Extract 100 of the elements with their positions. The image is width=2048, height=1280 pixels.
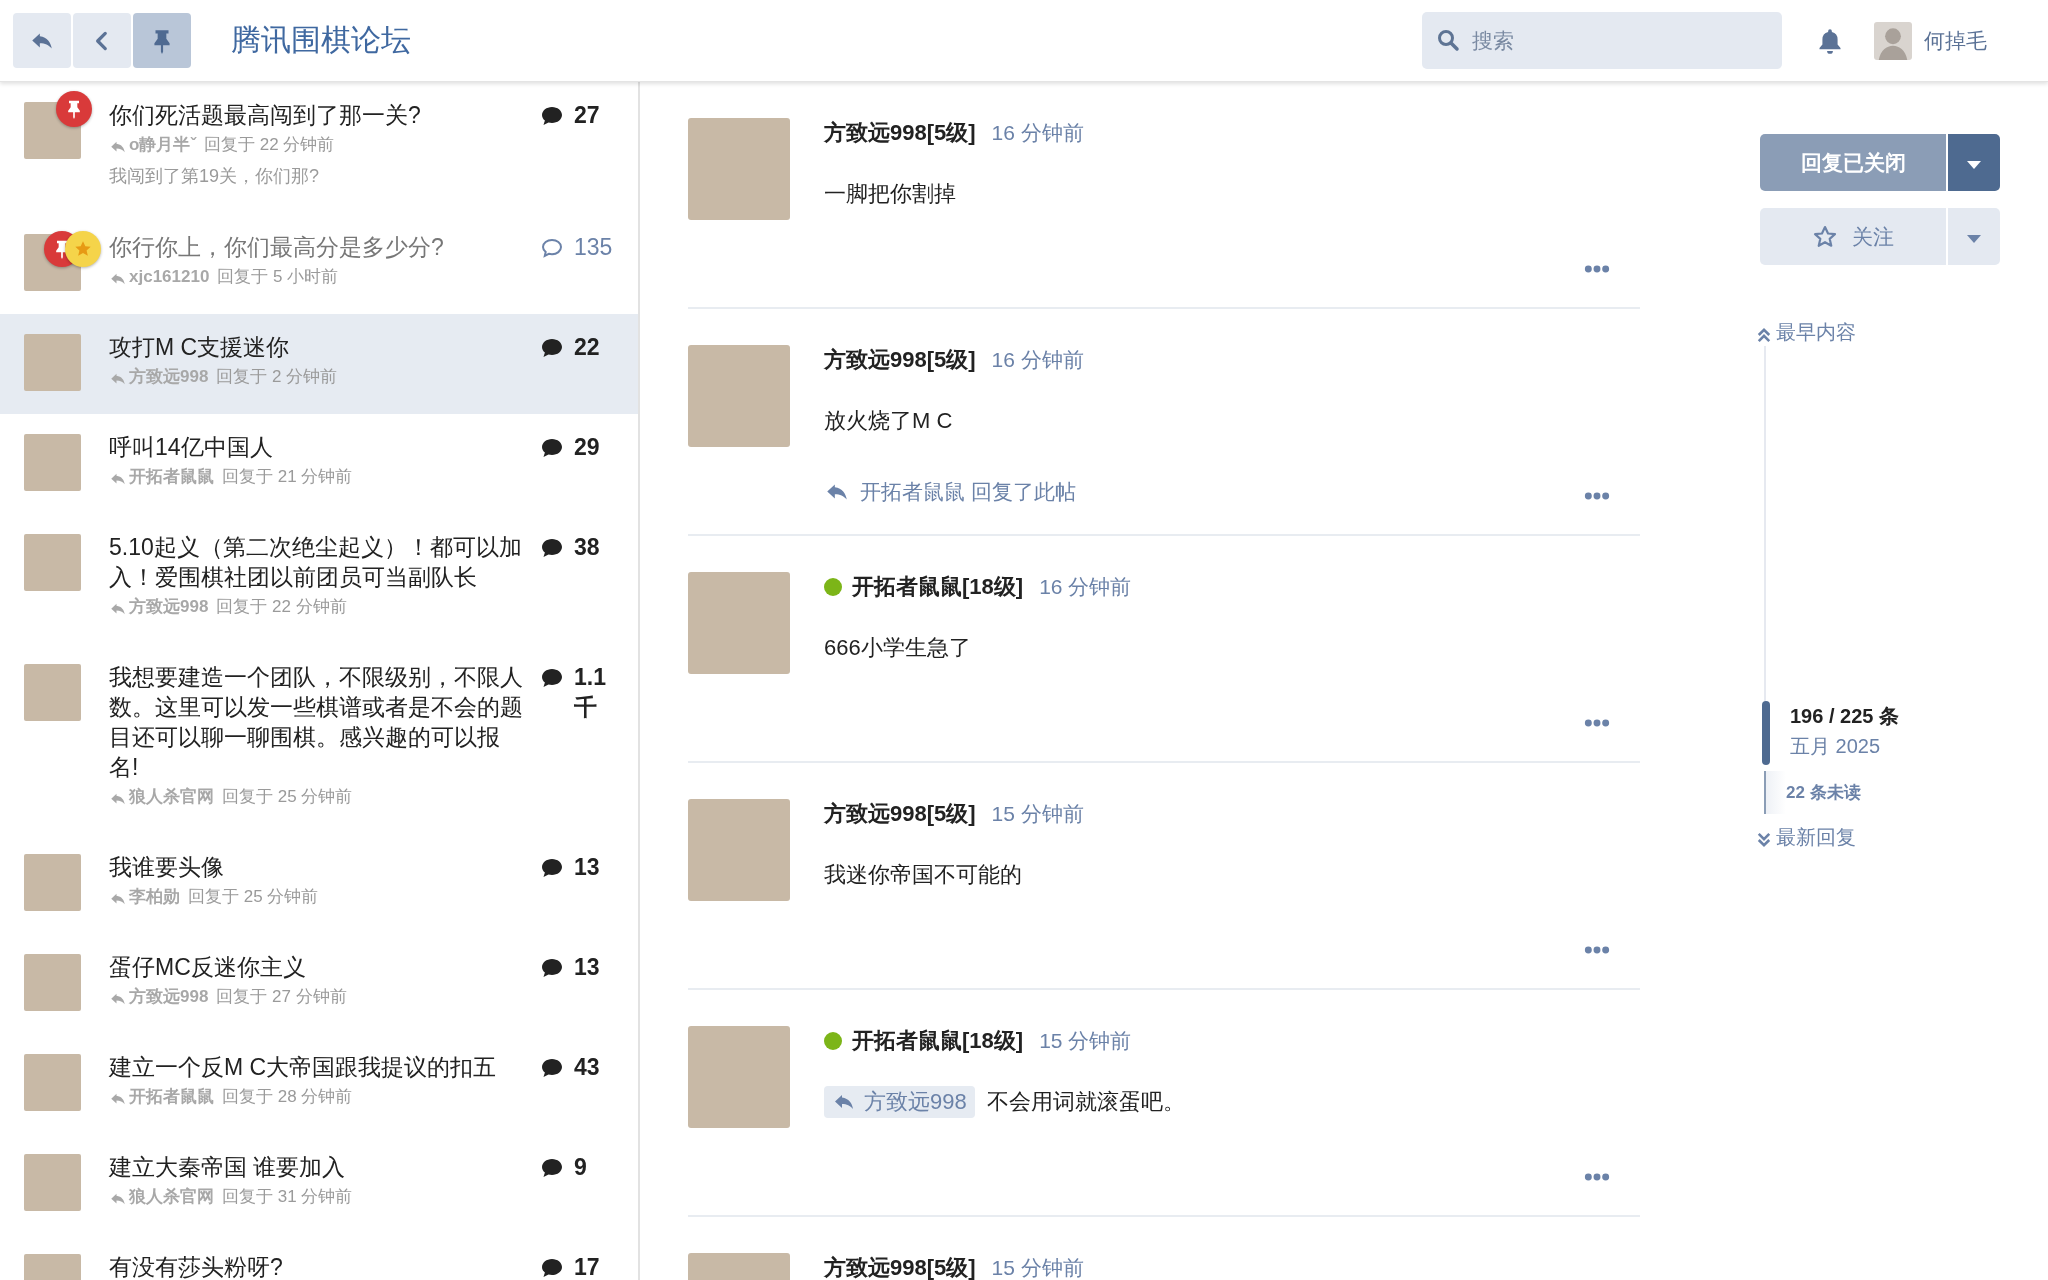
topic-excerpt: 我闯到了第19关，你们那? — [109, 165, 321, 188]
latest-link[interactable]: 最新回复 — [1757, 824, 2000, 851]
topic-title[interactable]: 有没有莎头粉呀? — [109, 1252, 524, 1280]
topic-row[interactable]: 建立大秦帝国 谁要加入 狼人杀官网 回复于 31 分钟前 9 — [0, 1134, 638, 1234]
comment-icon — [540, 1256, 564, 1280]
post-time[interactable]: 16 分钟前 — [1039, 572, 1132, 602]
last-poster[interactable]: 开拓者鼠鼠 — [109, 462, 214, 492]
comment-icon — [540, 104, 564, 128]
topic-row[interactable]: 你行你上，你们最高分是多少分? xjc161210 回复于 5 小时前 135 — [0, 214, 638, 314]
author-name[interactable]: 方致远998[5级] — [824, 1253, 976, 1280]
topic-row[interactable]: 有没有莎头粉呀? 17 — [0, 1234, 638, 1280]
topic-title[interactable]: 5.10起义（第二次绝尘起义）！都可以加入！爱围棋社团以前团员可当副队长 — [109, 532, 524, 592]
comment-icon — [540, 1056, 564, 1080]
reply-count: 17 — [574, 1253, 601, 1280]
back-button[interactable] — [73, 13, 131, 68]
avatar-placeholder — [24, 664, 81, 721]
poster-name[interactable]: 开拓者鼠鼠 — [129, 1082, 214, 1112]
star-icon — [1812, 223, 1838, 250]
topic-row[interactable]: 我想要建造一个团队，不限级别，不限人数。这里可以发一些棋谱或者是不会的题目还可以聊一聊围棋。感兴趣的可以报名! 狼人杀官网 回复于 25 分钟前 1.1千 — [0, 644, 638, 834]
comment-icon — [540, 666, 564, 690]
avatar-placeholder — [24, 334, 81, 391]
reply-count: 43 — [574, 1053, 601, 1082]
author-name[interactable]: 方致远998[5级] — [824, 799, 976, 829]
reply-count: 135 — [574, 233, 613, 262]
post-time[interactable]: 16 分钟前 — [991, 118, 1084, 148]
post-time[interactable]: 15 分钟前 — [991, 1253, 1084, 1280]
author-name[interactable]: 方致远998[5级] — [824, 118, 976, 148]
topic-title[interactable]: 你行你上，你们最高分是多少分? — [109, 232, 524, 262]
author-name[interactable]: 开拓者鼠鼠[18级] — [852, 1026, 1024, 1056]
poster-name[interactable]: 方致远998 — [129, 982, 209, 1012]
author-name[interactable]: 开拓者鼠鼠[18级] — [852, 572, 1024, 602]
comment-icon — [540, 956, 564, 980]
avatar-icon[interactable] — [1874, 21, 1912, 60]
dropdown-button[interactable] — [1948, 134, 2000, 191]
poster-name[interactable]: o静月半ˇ — [129, 130, 197, 160]
topic-row[interactable]: 5.10起义（第二次绝尘起义）！都可以加入！爱围棋社团以前团员可当副队长 方致远998 回复于 22 分钟前 38 — [0, 514, 638, 644]
poster-name[interactable]: 狼人杀官网 — [129, 782, 214, 812]
topic-row[interactable]: 蛋仔MC反迷你主义 方致远998 回复于 27 分钟前 13 — [0, 934, 638, 1034]
watch-button[interactable]: 关注 — [1760, 208, 1946, 265]
reply-time: 回复于 25 分钟前 — [222, 786, 353, 808]
reply-button[interactable] — [13, 13, 71, 68]
replied-by-link[interactable]: 开拓者鼠鼠 回复了此帖 — [824, 478, 1076, 506]
last-poster[interactable]: 狼人杀官网 — [109, 782, 214, 812]
avatar-placeholder — [24, 854, 81, 911]
reply-time: 回复于 31 分钟前 — [222, 1186, 353, 1208]
pin-button[interactable] — [133, 13, 191, 68]
reply-to-tag[interactable]: 方致远998 — [824, 1086, 975, 1118]
poster-name[interactable]: 开拓者鼠鼠 — [129, 462, 214, 492]
post-time[interactable]: 15 分钟前 — [1039, 1026, 1132, 1056]
topic-row[interactable]: 建立一个反M C大帝国跟我提议的扣五 开拓者鼠鼠 回复于 28 分钟前 43 — [0, 1034, 638, 1134]
topic-title[interactable]: 呼叫14亿中国人 — [109, 432, 524, 462]
comment-icon — [540, 856, 564, 880]
topic-title[interactable]: 我谁要头像 — [109, 852, 524, 882]
avatar-placeholder — [24, 1154, 81, 1211]
avatar-placeholder — [24, 1054, 81, 1111]
avatar-placeholder — [24, 534, 81, 591]
reply-count: 9 — [574, 1153, 588, 1182]
topic-title[interactable]: 建立一个反M C大帝国跟我提议的扣五 — [109, 1052, 524, 1082]
reply-count: 13 — [574, 853, 601, 882]
reply-time: 回复于 28 分钟前 — [222, 1086, 353, 1108]
post-date: 五月 2025 — [1790, 734, 1882, 759]
poster-name[interactable]: 李柏勋 — [129, 882, 180, 912]
reply-time: 回复于 25 分钟前 — [188, 886, 319, 908]
poster-name[interactable]: 狼人杀官网 — [129, 1182, 214, 1212]
topic-title[interactable]: 攻打M C支援迷你 — [109, 332, 524, 362]
last-poster[interactable]: 开拓者鼠鼠 — [109, 1082, 214, 1112]
last-poster[interactable]: 李柏勋 — [109, 882, 180, 912]
post-time[interactable]: 15 分钟前 — [991, 799, 1084, 829]
post-text: 一脚把你割掉 — [824, 180, 956, 208]
topic-row[interactable]: 你们死活题最高闯到了那一关? o静月半ˇ 回复于 22 分钟前 我闯到了第19关，你们那? 27 — [0, 82, 638, 214]
post-text: 666小学生急了 — [824, 634, 971, 662]
last-poster[interactable]: o静月半ˇ — [109, 130, 197, 160]
post-time[interactable]: 16 分钟前 — [991, 345, 1084, 375]
earliest-link[interactable]: 最早内容 — [1757, 319, 2000, 346]
poster-name[interactable]: xjc161210 — [129, 262, 210, 292]
avatar-placeholder — [24, 434, 81, 491]
last-poster[interactable]: 方致远998 — [109, 982, 209, 1012]
reply-count: 22 — [574, 333, 601, 362]
topic-row[interactable]: 呼叫14亿中国人 开拓者鼠鼠 回复于 21 分钟前 29 — [0, 414, 638, 514]
reply-count: 13 — [574, 953, 601, 982]
topic-title[interactable]: 蛋仔MC反迷你主义 — [109, 952, 524, 982]
search-field[interactable]: 搜索 — [1422, 12, 1782, 69]
post-text: 我迷你帝国不可能的 — [824, 861, 1022, 889]
reply-count: 1.1千 — [574, 663, 607, 722]
user-name[interactable]: 何掉毛 — [1924, 26, 1987, 55]
topic-title[interactable]: 你们死活题最高闯到了那一关? — [109, 100, 524, 130]
author-name[interactable]: 方致远998[5级] — [824, 345, 976, 375]
topic-title[interactable]: 建立大秦帝国 谁要加入 — [109, 1152, 524, 1182]
last-poster[interactable]: 方致远998 — [109, 592, 209, 622]
topic-row[interactable]: 攻打M C支援迷你 方致远998 回复于 2 分钟前 22 — [0, 314, 638, 414]
comment-icon — [540, 536, 564, 560]
timeline-handle[interactable] — [1762, 701, 1770, 765]
last-poster[interactable]: xjc161210 — [109, 262, 210, 292]
avatar-placeholder — [24, 954, 81, 1011]
last-poster[interactable]: 狼人杀官网 — [109, 1182, 214, 1212]
topic-title[interactable]: 我想要建造一个团队，不限级别，不限人数。这里可以发一些棋谱或者是不会的题目还可以聊一聊围棋。感兴趣的可以报名! — [109, 662, 524, 782]
topic-row[interactable]: 我谁要头像 李柏勋 回复于 25 分钟前 13 — [0, 834, 638, 934]
poster-name[interactable]: 方致远998 — [129, 592, 209, 622]
comment-icon — [540, 1156, 564, 1180]
forum-title[interactable]: 腾讯围棋论坛 — [231, 20, 1422, 61]
